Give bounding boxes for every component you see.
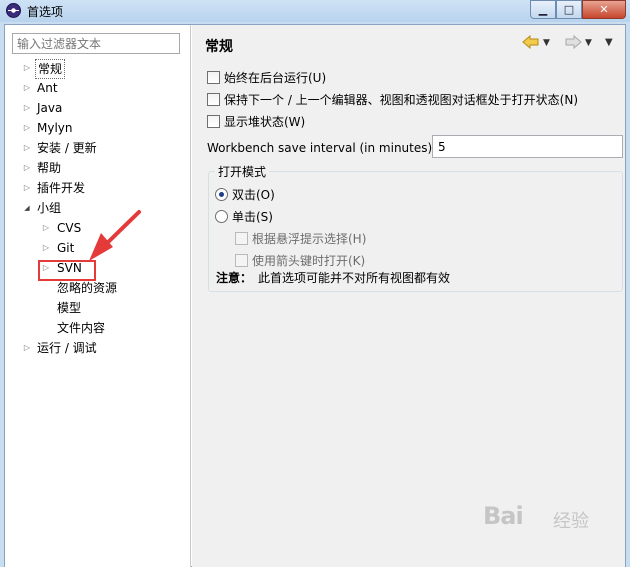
title-bar: 首选项 ▁ □ ✕ <box>0 0 630 22</box>
run-in-background-label: 始终在后台运行(U) <box>224 70 327 85</box>
page-header: 常规 ▼ ▼ ▼ <box>192 25 625 61</box>
tree-item-label: 小组 <box>37 201 62 215</box>
tree-item-run-debug[interactable]: 运行 / 调试 <box>5 339 191 357</box>
run-in-background-option[interactable]: 始终在后台运行(U) <box>207 68 326 86</box>
tree-item-label: 模型 <box>57 301 82 315</box>
expand-arrow-icon[interactable] <box>22 339 32 357</box>
tree-item-git[interactable]: Git <box>5 239 191 257</box>
tree-item-label: 安装 / 更新 <box>37 141 97 155</box>
hover-select-option: 根据悬浮提示选择(H) <box>235 229 366 247</box>
view-menu-icon[interactable]: ▼ <box>605 37 613 48</box>
show-heap-status-checkbox[interactable] <box>207 114 220 128</box>
preferences-navigation: 常规 Ant Java Mylyn 安装 / 更新 帮助 <box>5 25 191 567</box>
window-title: 首选项 <box>27 5 64 19</box>
tree-item-team[interactable]: 小组 <box>5 199 191 217</box>
watermark-brand: Bai <box>483 502 524 530</box>
back-history-dropdown-icon[interactable]: ▼ <box>543 38 550 48</box>
preference-note: 注意： 此首选项可能并不对所有视图都有效 <box>216 269 450 286</box>
tree-item-file-content[interactable]: 文件内容 <box>5 319 191 337</box>
baidu-jingyan-watermark: Bai 经验 <box>483 500 613 540</box>
page-title: 常规 <box>205 39 233 55</box>
expand-arrow-icon[interactable] <box>41 239 51 257</box>
preferences-dialog: 常规 Ant Java Mylyn 安装 / 更新 帮助 <box>4 24 626 567</box>
back-arrow-icon[interactable] <box>522 35 540 49</box>
forward-history-dropdown-icon[interactable]: ▼ <box>585 38 592 48</box>
show-heap-status-option[interactable]: 显示堆状态(W) <box>207 112 305 130</box>
run-in-background-checkbox[interactable] <box>207 70 220 84</box>
tree-item-java[interactable]: Java <box>5 99 191 117</box>
expand-arrow-icon[interactable] <box>22 159 32 177</box>
open-mode-title: 打开模式 <box>215 163 270 180</box>
maximize-button[interactable]: □ <box>556 0 582 19</box>
tree-item-label: 运行 / 调试 <box>37 341 97 355</box>
preference-page: 常规 ▼ ▼ ▼ 始终在后台运行(U) 保持下一个 / 上一个编辑器、视图和透视… <box>192 25 625 567</box>
save-interval-label: Workbench save interval (in minutes): <box>207 141 437 155</box>
expand-arrow-icon[interactable] <box>41 219 51 237</box>
keep-dialog-open-label: 保持下一个 / 上一个编辑器、视图和透视图对话框处于打开状态(N) <box>224 92 579 107</box>
tree-item-label: Java <box>37 101 63 115</box>
tree-item-install-update[interactable]: 安装 / 更新 <box>5 139 191 157</box>
double-click-label: 双击(O) <box>232 187 275 202</box>
expand-arrow-icon[interactable] <box>22 79 32 97</box>
hover-select-checkbox <box>235 231 248 245</box>
keep-dialog-open-checkbox[interactable] <box>207 92 220 106</box>
keep-dialog-open-option[interactable]: 保持下一个 / 上一个编辑器、视图和透视图对话框处于打开状态(N) <box>207 90 578 108</box>
tree-item-ant[interactable]: Ant <box>5 79 191 97</box>
tree-item-cvs[interactable]: CVS <box>5 219 191 237</box>
tree-item-label: 帮助 <box>37 161 62 175</box>
expand-arrow-icon[interactable] <box>22 139 32 157</box>
expand-arrow-icon[interactable] <box>22 179 32 197</box>
close-button[interactable]: ✕ <box>582 0 626 19</box>
single-click-radio[interactable] <box>215 209 228 223</box>
show-heap-status-label: 显示堆状态(W) <box>224 114 306 129</box>
tree-item-help[interactable]: 帮助 <box>5 159 191 177</box>
collapse-arrow-icon[interactable] <box>22 199 32 217</box>
single-click-label: 单击(S) <box>232 209 273 224</box>
save-interval-input[interactable] <box>432 135 623 158</box>
tree-item-label: CVS <box>57 221 82 235</box>
expand-arrow-icon[interactable] <box>22 119 32 137</box>
tree-item-label: 忽略的资源 <box>57 281 118 295</box>
tree-item-label: 常规 <box>35 59 66 79</box>
filter-input[interactable] <box>12 33 180 54</box>
arrow-keys-open-checkbox <box>235 253 248 267</box>
tree-item-label: Mylyn <box>37 121 73 135</box>
tree-item-plugin-development[interactable]: 插件开发 <box>5 179 191 197</box>
arrow-keys-open-label: 使用箭头键时打开(K) <box>252 253 366 268</box>
window-controls: ▁ □ ✕ <box>530 0 626 19</box>
tree-item-mylyn[interactable]: Mylyn <box>5 119 191 137</box>
annotation-highlight-box <box>38 260 96 281</box>
tree-item-label: 插件开发 <box>37 181 86 195</box>
note-label: 注意： <box>216 271 253 285</box>
eclipse-icon <box>6 3 21 18</box>
tree-item-general[interactable]: 常规 <box>5 59 191 79</box>
tree-item-label: 文件内容 <box>57 321 106 335</box>
expand-arrow-icon[interactable] <box>22 99 32 117</box>
single-click-option[interactable]: 单击(S) <box>215 207 273 225</box>
tree-item-ignored-resources[interactable]: 忽略的资源 <box>5 279 191 297</box>
minimize-button[interactable]: ▁ <box>530 0 556 19</box>
tree-item-model[interactable]: 模型 <box>5 299 191 317</box>
forward-arrow-icon[interactable] <box>564 35 582 49</box>
watermark-suffix: 经验 <box>553 511 589 532</box>
tree-item-label: Git <box>57 241 75 255</box>
double-click-option[interactable]: 双击(O) <box>215 185 275 203</box>
hover-select-label: 根据悬浮提示选择(H) <box>252 231 367 246</box>
open-mode-group: 打开模式 双击(O) 单击(S) 根据悬浮提示选择(H) 使用箭头键时打开(K)… <box>208 163 623 292</box>
tree-item-svn[interactable]: SVN <box>5 259 191 277</box>
tree-item-label: Ant <box>37 81 58 95</box>
arrow-keys-open-option: 使用箭头键时打开(K) <box>235 251 365 269</box>
expand-arrow-icon[interactable] <box>22 59 32 77</box>
double-click-radio[interactable] <box>215 187 228 201</box>
note-text: 此首选项可能并不对所有视图都有效 <box>258 271 451 285</box>
